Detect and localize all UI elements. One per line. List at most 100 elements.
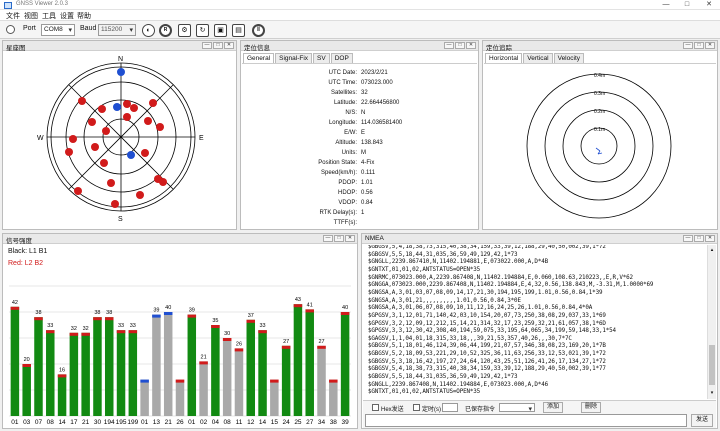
signal-bar[interactable] bbox=[317, 345, 326, 416]
signal-bar[interactable] bbox=[93, 317, 102, 416]
panel-close-button[interactable]: ✕ bbox=[345, 235, 355, 242]
panel-min-button[interactable]: — bbox=[323, 235, 333, 242]
panel-max-button[interactable]: □ bbox=[334, 235, 344, 242]
satellite-marker[interactable] bbox=[107, 179, 115, 187]
panel-close-button[interactable]: ✕ bbox=[705, 42, 715, 49]
signal-bar[interactable] bbox=[340, 312, 350, 416]
satellite-marker[interactable] bbox=[78, 97, 86, 105]
signal-bar[interactable] bbox=[329, 379, 338, 416]
satellite-marker[interactable] bbox=[69, 135, 77, 143]
signal-bar[interactable] bbox=[69, 332, 79, 416]
signal-bar[interactable] bbox=[258, 330, 267, 416]
nmea-scrollbar[interactable]: ▴ ▾ bbox=[707, 245, 716, 399]
scroll-thumb[interactable] bbox=[709, 345, 715, 385]
signal-bar[interactable] bbox=[116, 330, 126, 416]
satellite-marker[interactable] bbox=[141, 149, 149, 157]
tab-general[interactable]: General bbox=[243, 53, 275, 63]
satellite-marker[interactable] bbox=[149, 99, 157, 107]
tab-signal-fix[interactable]: Signal-Fix bbox=[275, 53, 313, 63]
satellite-marker[interactable] bbox=[127, 151, 135, 159]
hex-send-checkbox[interactable] bbox=[372, 404, 379, 411]
add-button[interactable]: 添加 bbox=[543, 402, 563, 413]
scroll-up-icon[interactable]: ▴ bbox=[709, 247, 715, 253]
menu-settings[interactable]: 设置 bbox=[60, 11, 74, 21]
signal-bar[interactable] bbox=[128, 330, 138, 416]
panel-max-button[interactable]: □ bbox=[694, 42, 704, 49]
satellite-marker[interactable] bbox=[65, 148, 73, 156]
satellite-marker[interactable] bbox=[88, 118, 96, 126]
menu-tools[interactable]: 工具 bbox=[42, 11, 56, 21]
satellite-marker[interactable] bbox=[74, 187, 82, 195]
tab-vertical[interactable]: Vertical bbox=[523, 53, 553, 63]
panel-min-button[interactable]: — bbox=[202, 42, 212, 49]
signal-bar[interactable] bbox=[104, 317, 114, 416]
signal-bar[interactable] bbox=[46, 330, 55, 416]
send-button[interactable]: 发送 bbox=[691, 414, 713, 427]
panel-close-button[interactable]: ✕ bbox=[224, 42, 234, 49]
signal-bar[interactable] bbox=[281, 345, 291, 416]
tab-velocity[interactable]: Velocity bbox=[553, 53, 584, 63]
cold-start-icon[interactable]: ◐ bbox=[142, 24, 155, 37]
signal-bar[interactable] bbox=[57, 374, 67, 416]
signal-bar[interactable] bbox=[163, 312, 173, 416]
history-select[interactable] bbox=[499, 403, 535, 412]
warm-start-icon[interactable]: R bbox=[159, 24, 172, 37]
signal-bar[interactable] bbox=[81, 332, 90, 416]
tab-dop[interactable]: DOP bbox=[330, 53, 353, 63]
signal-bar[interactable] bbox=[293, 304, 303, 416]
delete-button[interactable]: 删除 bbox=[581, 402, 601, 413]
signal-bar[interactable] bbox=[270, 379, 279, 416]
signal-bar[interactable] bbox=[152, 314, 161, 416]
panel-close-button[interactable]: ✕ bbox=[466, 42, 476, 49]
log-icon[interactable]: ▤ bbox=[232, 24, 245, 37]
menu-help[interactable]: 帮助 bbox=[77, 11, 91, 21]
signal-bar[interactable] bbox=[10, 306, 20, 416]
satellite-marker[interactable] bbox=[98, 105, 106, 113]
satellite-marker[interactable] bbox=[102, 127, 110, 135]
send-input[interactable] bbox=[365, 414, 687, 427]
signal-bar[interactable] bbox=[22, 364, 31, 416]
panel-close-button[interactable]: ✕ bbox=[705, 235, 715, 242]
signal-bar[interactable] bbox=[34, 317, 43, 416]
signal-bar[interactable] bbox=[175, 379, 185, 416]
signal-bar[interactable] bbox=[199, 361, 208, 416]
nmea-log[interactable]: $GBGSV,5,4,18,38,73,315,40,38,34,159,33,… bbox=[363, 245, 707, 399]
satellite-marker[interactable] bbox=[144, 117, 152, 125]
timer-input[interactable] bbox=[442, 403, 458, 412]
timer-checkbox[interactable] bbox=[413, 404, 420, 411]
minimize-button[interactable]: — bbox=[655, 0, 677, 10]
panel-min-button[interactable]: — bbox=[444, 42, 454, 49]
menu-file[interactable]: 文件 bbox=[6, 11, 20, 21]
connect-icon[interactable] bbox=[6, 25, 15, 34]
signal-bar[interactable] bbox=[246, 319, 256, 416]
satellite-marker[interactable] bbox=[123, 113, 131, 121]
satellite-marker[interactable] bbox=[123, 100, 131, 108]
satellite-marker[interactable] bbox=[136, 191, 144, 199]
signal-bar[interactable] bbox=[140, 379, 149, 416]
satellite-marker[interactable] bbox=[117, 68, 125, 76]
satellite-marker[interactable] bbox=[113, 103, 121, 111]
menu-view[interactable]: 视图 bbox=[24, 11, 38, 21]
scroll-down-icon[interactable]: ▾ bbox=[709, 390, 715, 396]
maximize-button[interactable]: □ bbox=[676, 0, 698, 10]
satellite-marker[interactable] bbox=[159, 178, 167, 186]
satellite-marker[interactable] bbox=[91, 143, 99, 151]
panel-max-button[interactable]: □ bbox=[213, 42, 223, 49]
baud-select[interactable]: 115200 bbox=[98, 24, 136, 36]
panel-min-button[interactable]: — bbox=[683, 42, 693, 49]
satellite-marker[interactable] bbox=[130, 104, 138, 112]
signal-bar[interactable] bbox=[222, 338, 232, 416]
tab-sv[interactable]: SV bbox=[313, 53, 330, 63]
close-button[interactable]: ✕ bbox=[698, 0, 720, 10]
signal-bar[interactable] bbox=[305, 309, 314, 416]
signal-bar[interactable] bbox=[187, 314, 197, 416]
pause-icon[interactable]: ‖ bbox=[252, 24, 265, 37]
panel-max-button[interactable]: □ bbox=[455, 42, 465, 49]
satellite-marker[interactable] bbox=[100, 159, 108, 167]
record-icon[interactable]: ▣ bbox=[214, 24, 227, 37]
satellite-marker[interactable] bbox=[156, 123, 164, 131]
port-select[interactable]: COM8 bbox=[41, 24, 75, 36]
tab-horizontal[interactable]: Horizontal bbox=[485, 53, 523, 63]
refresh-icon[interactable]: ↻ bbox=[196, 24, 209, 37]
settings-doc-icon[interactable]: ⚙ bbox=[178, 24, 191, 37]
